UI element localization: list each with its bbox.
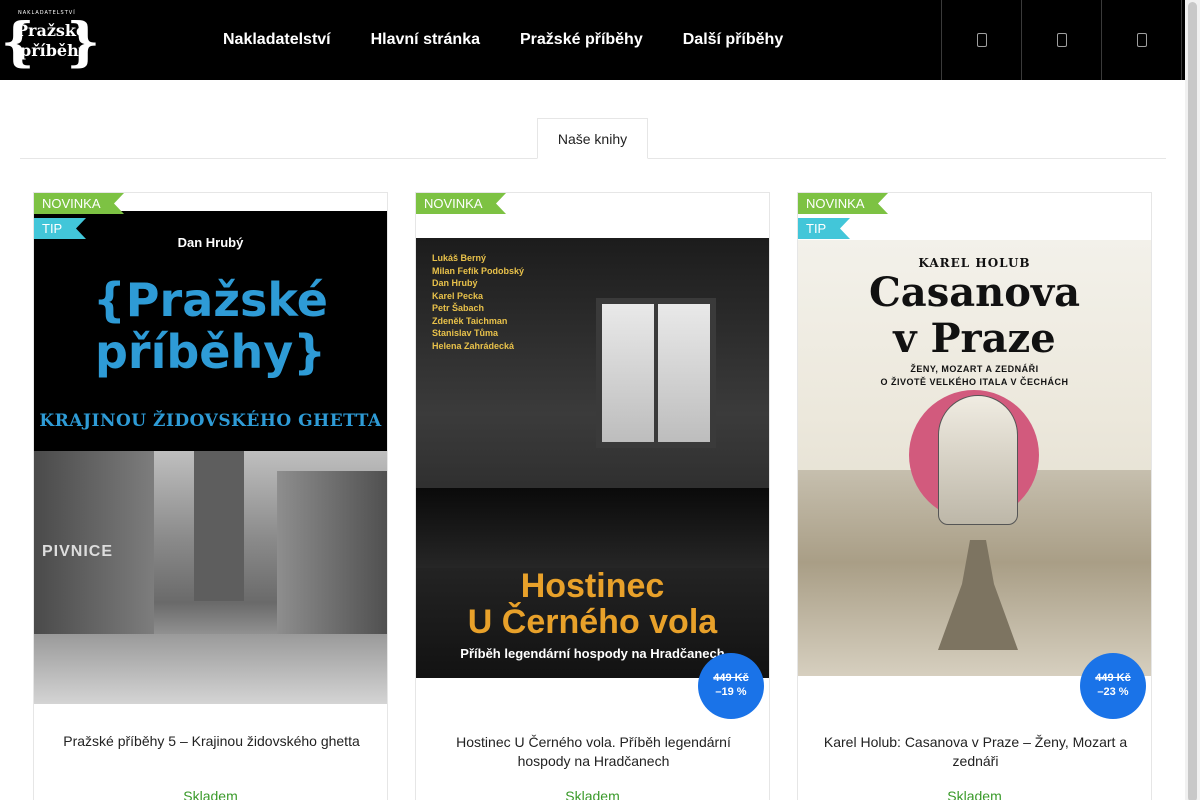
search-icon [976,33,987,47]
cover-authors: Lukáš Berný Milan Fefík Podobský Dan Hru… [432,252,524,352]
stock-status: Skladem [947,788,1002,800]
tab-nase-knihy[interactable]: Naše knihy [537,118,648,159]
cover-title-line1: {Pražské [93,273,328,327]
cover-photo-sign: PIVNICE [42,543,114,560]
cover-photo-window [596,298,716,448]
cover-photo-street [34,634,387,704]
cover-title-line1: Hostinec [520,567,665,605]
cart-button[interactable] [1101,0,1182,80]
product-cover-image[interactable]: KAREL HOLUB Casanova v Praze ŽENY, MOZAR… [798,240,1151,676]
stock-status: Skladem [565,788,620,800]
cover-author-name: Zdeněk Taichman [432,315,508,326]
price-discount-badge: 449 Kč –23 % [1080,653,1146,719]
cover-author: KAREL HOLUB [918,256,1031,270]
cover-photo: PIVNICE [34,451,387,704]
product-card[interactable]: NOVINKA Lukáš Berný Milan Fefík Podobský… [415,192,770,800]
scrollbar-thumb[interactable] [1188,2,1197,800]
product-title[interactable]: Hostinec U Černého vola. Příběh legendár… [436,733,751,771]
cover-subtitle: KRAJINOU ŽIDOVSKÉHO GHETTA [39,411,382,431]
nav-item-hlavni-stranka[interactable]: Hlavní stránka [351,0,500,80]
nav-item-prazske-pribehy[interactable]: Pražské příběhy [500,0,663,80]
main-nav: Nakladatelství Hlavní stránka Pražské př… [203,0,803,80]
cover-author-name: Milan Fefík Podobský [432,265,525,276]
search-button[interactable] [941,0,1021,80]
price-discount-badge: 449 Kč –19 % [698,653,764,719]
cover-photo-tower [194,451,244,601]
cover-photo-table [416,488,769,568]
user-icon [1056,33,1067,47]
site-logo[interactable]: NAKLADATELSTVÍ { Pražské příběhy } [1,9,100,71]
nav-item-nakladatelstvi[interactable]: Nakladatelství [203,0,351,80]
product-cover-image[interactable]: Dan Hrubý {Pražské příběhy} KRAJINOU ŽID… [34,211,387,704]
product-title[interactable]: Karel Holub: Casanova v Praze – Ženy, Mo… [818,733,1133,771]
cover-title-line1: Casanova [868,269,1081,316]
badge-new: NOVINKA [34,193,124,214]
stock-status: Skladem [183,788,238,800]
cover-title-line2: v Praze [893,315,1056,362]
cover-illustration-portrait [938,395,1018,525]
cover-subtitle-1: ŽENY, MOZART A ZEDNÁŘI [910,364,1039,374]
price-old: 449 Kč [1095,672,1131,684]
cover-author-name: Petr Šabach [432,303,485,313]
cover-author: Dan Hrubý [177,235,244,250]
cover-title-line2: příběhy} [95,325,326,379]
cover-author-name: Stanislav Tůma [432,328,499,338]
badge-new: NOVINKA [798,193,888,214]
product-card[interactable]: NOVINKA TIP KAREL HOLUB Casanova v Praze… [797,192,1152,800]
discount-percent: –19 % [715,686,747,698]
badge-tip: TIP [798,218,850,239]
cover-author-name: Karel Pecka [432,290,484,301]
cover-author-name: Helena Zahrádecká [432,340,515,351]
badge-new: NOVINKA [416,193,506,214]
logo-brace-right: } [66,12,100,73]
page: NAKLADATELSTVÍ { Pražské příběhy } Nakla… [0,0,1200,800]
cover-author-name: Dan Hrubý [432,278,478,288]
cover-title-line2: U Černého vola [467,603,718,641]
product-cover-image[interactable]: Lukáš Berný Milan Fefík Podobský Dan Hru… [416,238,769,678]
site-header: NAKLADATELSTVÍ { Pražské příběhy } Nakla… [0,0,1185,80]
cover-subtitle-2: O ŽIVOTĚ VELKÉHO ITALA V ČECHÁCH [880,377,1069,387]
page-scrollbar[interactable] [1185,0,1200,800]
cover-author-name: Lukáš Berný [432,253,487,263]
cart-icon [1136,33,1147,47]
account-button[interactable] [1021,0,1101,80]
price-old: 449 Kč [713,672,749,684]
nav-item-dalsi-pribehy[interactable]: Další příběhy [663,0,803,80]
product-title[interactable]: Pražské příběhy 5 – Krajinou židovského … [54,732,369,751]
product-card[interactable]: NOVINKA TIP Dan Hrubý {Pražské příběhy} … [33,192,388,800]
discount-percent: –23 % [1097,686,1129,698]
